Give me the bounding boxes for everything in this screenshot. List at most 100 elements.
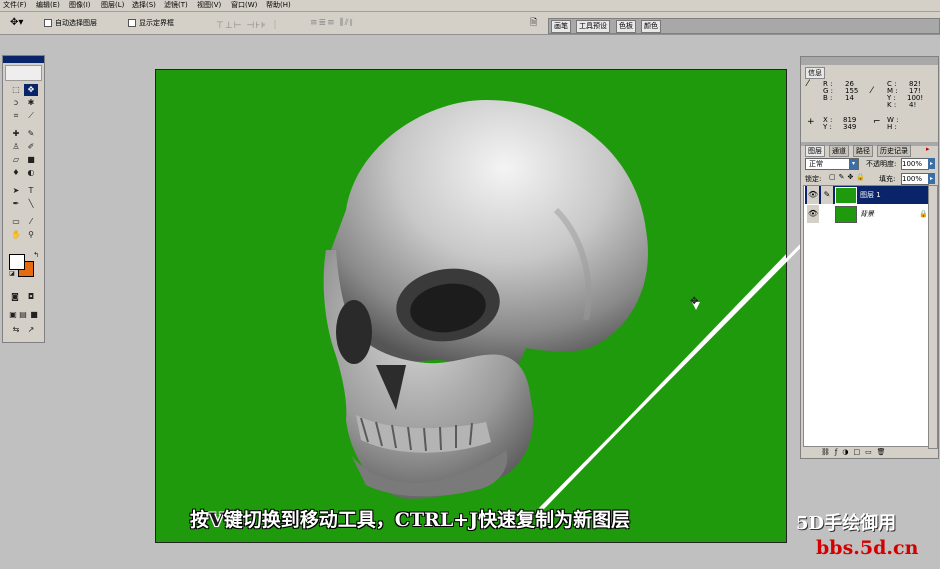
info-k-value: 4!	[909, 101, 917, 109]
tab-layers[interactable]: 图层	[805, 145, 825, 157]
type-tool-icon[interactable]: T	[24, 185, 38, 197]
notes-tool-icon[interactable]: ▭	[9, 216, 23, 228]
slice-tool-icon[interactable]: ⟋	[24, 110, 38, 122]
layer-name[interactable]: 背景	[860, 205, 874, 223]
auto-select-label: 自动选择图层	[55, 19, 97, 27]
layer-thumbnail	[835, 187, 857, 204]
menu-layer[interactable]: 图层(L)	[101, 0, 124, 11]
watermark-line1: 5D手绘御用	[796, 513, 897, 534]
zoom-tool-icon[interactable]: ⚲	[24, 229, 38, 241]
eye-icon[interactable]: 👁	[807, 205, 819, 223]
menu-bar: 文件(F) 编辑(E) 图像(I) 图层(L) 选择(S) 滤镜(T) 视图(V…	[0, 0, 940, 12]
eye-icon[interactable]: 👁	[807, 186, 819, 204]
eyedropper-readout-icon: ⁄	[807, 79, 809, 89]
eyedropper-tool-icon[interactable]: ⁄	[24, 216, 38, 228]
menu-select[interactable]: 选择(S)	[132, 0, 156, 11]
move-tool-icon[interactable]: ✥	[24, 84, 38, 96]
blend-mode-value: 正常	[809, 160, 823, 168]
layers-scrollbar[interactable]	[928, 185, 938, 449]
show-bounds-checkbox[interactable]: 显示定界框	[128, 16, 174, 30]
lasso-tool-icon[interactable]: ↄ	[9, 97, 23, 109]
crosshair-icon: +	[807, 117, 815, 127]
auto-select-layer-checkbox[interactable]: 自动选择图层	[44, 16, 97, 30]
imageready-jump-icon[interactable]: ⇆	[9, 324, 23, 336]
distribute-icons[interactable]: ≡≣≡ ⫼⫽⫾	[310, 18, 354, 28]
show-bounds-label: 显示定界框	[139, 19, 174, 27]
menu-filter[interactable]: 滤镜(T)	[164, 0, 188, 11]
menu-image[interactable]: 图像(I)	[69, 0, 91, 11]
checkbox-icon	[128, 19, 136, 27]
toolbox-logo	[5, 65, 42, 81]
marquee-tool-icon[interactable]: ⬚	[9, 84, 23, 96]
fill-slider-icon[interactable]: ▸	[928, 173, 935, 184]
move-tool-preset-icon[interactable]: ✥▾	[10, 16, 23, 30]
chevron-down-icon: ▾	[849, 159, 858, 169]
pen-tool-icon[interactable]: ✒	[9, 198, 23, 210]
layers-list: 👁 ✎ 图层 1 👁 背景 🔒	[803, 185, 929, 447]
fill-input[interactable]: 100%	[901, 173, 929, 185]
dock-tab-swatches[interactable]: 色板	[616, 20, 636, 33]
path-select-icon[interactable]: ➤	[9, 185, 23, 197]
blend-mode-select[interactable]: 正常 ▾	[805, 158, 859, 170]
standard-mode-icon[interactable]: ◙	[8, 291, 22, 303]
right-palette-panel: 信息 ⁄ R : 26 G : 155 B : 14 ⁄ C : 82! M :…	[800, 56, 939, 459]
tab-info[interactable]: 信息	[805, 67, 825, 79]
caption-part1: 按	[190, 509, 210, 531]
opacity-slider-icon[interactable]: ▸	[928, 158, 935, 169]
align-icons[interactable]: ⊤⊥⊢ ⊣⊦⊧ ｜	[216, 18, 280, 31]
swap-colors-icon[interactable]: ↰	[29, 249, 43, 261]
hand-tool-icon[interactable]: ✋	[9, 229, 23, 241]
panel-titlebar[interactable]	[801, 57, 938, 65]
screen-mode-full-icon[interactable]: ■	[27, 309, 41, 321]
healing-brush-icon[interactable]: ✚	[9, 128, 23, 140]
info-k-label: K :	[887, 101, 897, 109]
checkbox-icon	[44, 19, 52, 27]
layer-row[interactable]: 👁 ✎ 图层 1	[805, 186, 929, 204]
dodge-tool-icon[interactable]: ◐	[24, 167, 38, 179]
document-canvas[interactable]: ✥	[155, 69, 787, 543]
info-y-label: Y :	[823, 123, 832, 131]
lock-icons[interactable]: ▢✎✥🔒	[829, 173, 868, 181]
quick-mask-icon[interactable]: ◘	[24, 291, 38, 303]
edit-in-imageready-icon[interactable]: ↗	[24, 324, 38, 336]
dock-tab-brushes[interactable]: 画笔	[551, 20, 571, 33]
info-b-label: B :	[823, 94, 833, 102]
palette-well-icon[interactable]: 🗎	[530, 16, 537, 30]
brush-tool-icon[interactable]: ✎	[24, 128, 38, 140]
history-brush-icon[interactable]: ✐	[24, 141, 38, 153]
clone-stamp-icon[interactable]: ♙	[9, 141, 23, 153]
menu-view[interactable]: 视图(V)	[197, 0, 221, 11]
dock-tab-tool-presets[interactable]: 工具预设	[576, 20, 610, 33]
shape-tool-icon[interactable]: ╲	[24, 198, 38, 210]
menu-file[interactable]: 文件(F)	[3, 0, 27, 11]
layers-bottom-bar[interactable]: ⛓ƒ◑□▭🗑	[803, 447, 940, 457]
crop-tool-icon[interactable]: ⌗	[9, 110, 23, 122]
toolbox-titlebar[interactable]	[3, 56, 44, 63]
eraser-tool-icon[interactable]: ▱	[9, 154, 23, 166]
tab-channels[interactable]: 通道	[829, 145, 849, 157]
size-icon: ⌐	[873, 117, 881, 127]
info-b-value: 14	[845, 94, 854, 102]
opacity-input[interactable]: 100%	[901, 158, 929, 170]
dock-tab-color[interactable]: 颜色	[641, 20, 661, 33]
tab-history[interactable]: 历史记录	[877, 145, 911, 157]
caption-part2: 键切换到移动工具，CTRL+J快速复制为新图层	[223, 509, 631, 531]
gradient-tool-icon[interactable]: ■	[24, 154, 38, 166]
tab-paths[interactable]: 路径	[853, 145, 873, 157]
layer-name[interactable]: 图层 1	[860, 186, 881, 204]
lock-icon: 🔒	[919, 210, 928, 218]
palette-menu-icon[interactable]: ▸	[926, 145, 930, 153]
menu-window[interactable]: 窗口(W)	[231, 0, 257, 11]
palette-dock: 画笔 工具预设 色板 颜色	[548, 18, 940, 34]
menu-help[interactable]: 帮助(H)	[266, 0, 291, 11]
tutorial-caption: 按V键切换到移动工具，CTRL+J快速复制为新图层	[190, 505, 630, 532]
magic-wand-tool-icon[interactable]: ✱	[24, 97, 38, 109]
info-h-label: H :	[887, 123, 897, 131]
blur-tool-icon[interactable]: ♦	[9, 167, 23, 179]
default-colors-icon[interactable]: ◪	[5, 268, 19, 280]
opacity-label: 不透明度:	[866, 160, 897, 168]
menu-edit[interactable]: 编辑(E)	[36, 0, 60, 11]
brush-link-icon[interactable]: ✎	[821, 186, 833, 204]
fill-label: 填充:	[879, 175, 896, 183]
layer-row[interactable]: 👁 背景 🔒	[805, 205, 929, 223]
